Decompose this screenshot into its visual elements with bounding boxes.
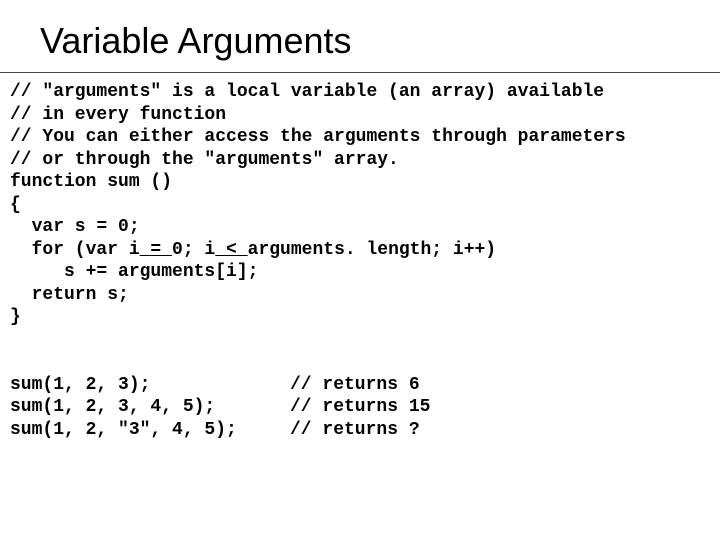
code-block: // "arguments" is a local variable (an a… xyxy=(0,73,720,441)
code-line: return s; xyxy=(10,285,129,305)
code-result: // returns 15 xyxy=(290,397,430,417)
code-underline: < xyxy=(215,240,247,260)
code-frag: 0; i xyxy=(172,240,215,260)
slide: Variable Arguments // "arguments" is a l… xyxy=(0,0,720,540)
code-line: sum(1, 2, 3, 4, 5);// returns 15 xyxy=(10,397,430,417)
slide-title: Variable Arguments xyxy=(0,0,720,62)
code-result: // returns ? xyxy=(290,420,420,440)
code-line: sum(1, 2, "3", 4, 5);// returns ? xyxy=(10,420,420,440)
code-call: sum(1, 2, 3, 4, 5); xyxy=(10,396,290,419)
code-result: // returns 6 xyxy=(290,375,420,395)
code-line: s += arguments[i]; xyxy=(10,262,258,282)
code-line: } xyxy=(10,307,21,327)
code-call: sum(1, 2, 3); xyxy=(10,374,290,397)
comment-line: // "arguments" is a local variable (an a… xyxy=(10,82,604,102)
code-line: for (var i = 0; i < arguments. length; i… xyxy=(10,240,496,260)
code-line: { xyxy=(10,195,21,215)
comment-line: // You can either access the arguments t… xyxy=(10,127,626,147)
comment-line: // in every function xyxy=(10,105,226,125)
code-call: sum(1, 2, "3", 4, 5); xyxy=(10,419,290,442)
code-underline: = xyxy=(140,240,172,260)
code-line: var s = 0; xyxy=(10,217,140,237)
code-frag: arguments. length; i++) xyxy=(248,240,496,260)
code-line: sum(1, 2, 3);// returns 6 xyxy=(10,375,420,395)
comment-line: // or through the "arguments" array. xyxy=(10,150,399,170)
code-frag: for (var i xyxy=(10,240,140,260)
code-line: function sum () xyxy=(10,172,172,192)
